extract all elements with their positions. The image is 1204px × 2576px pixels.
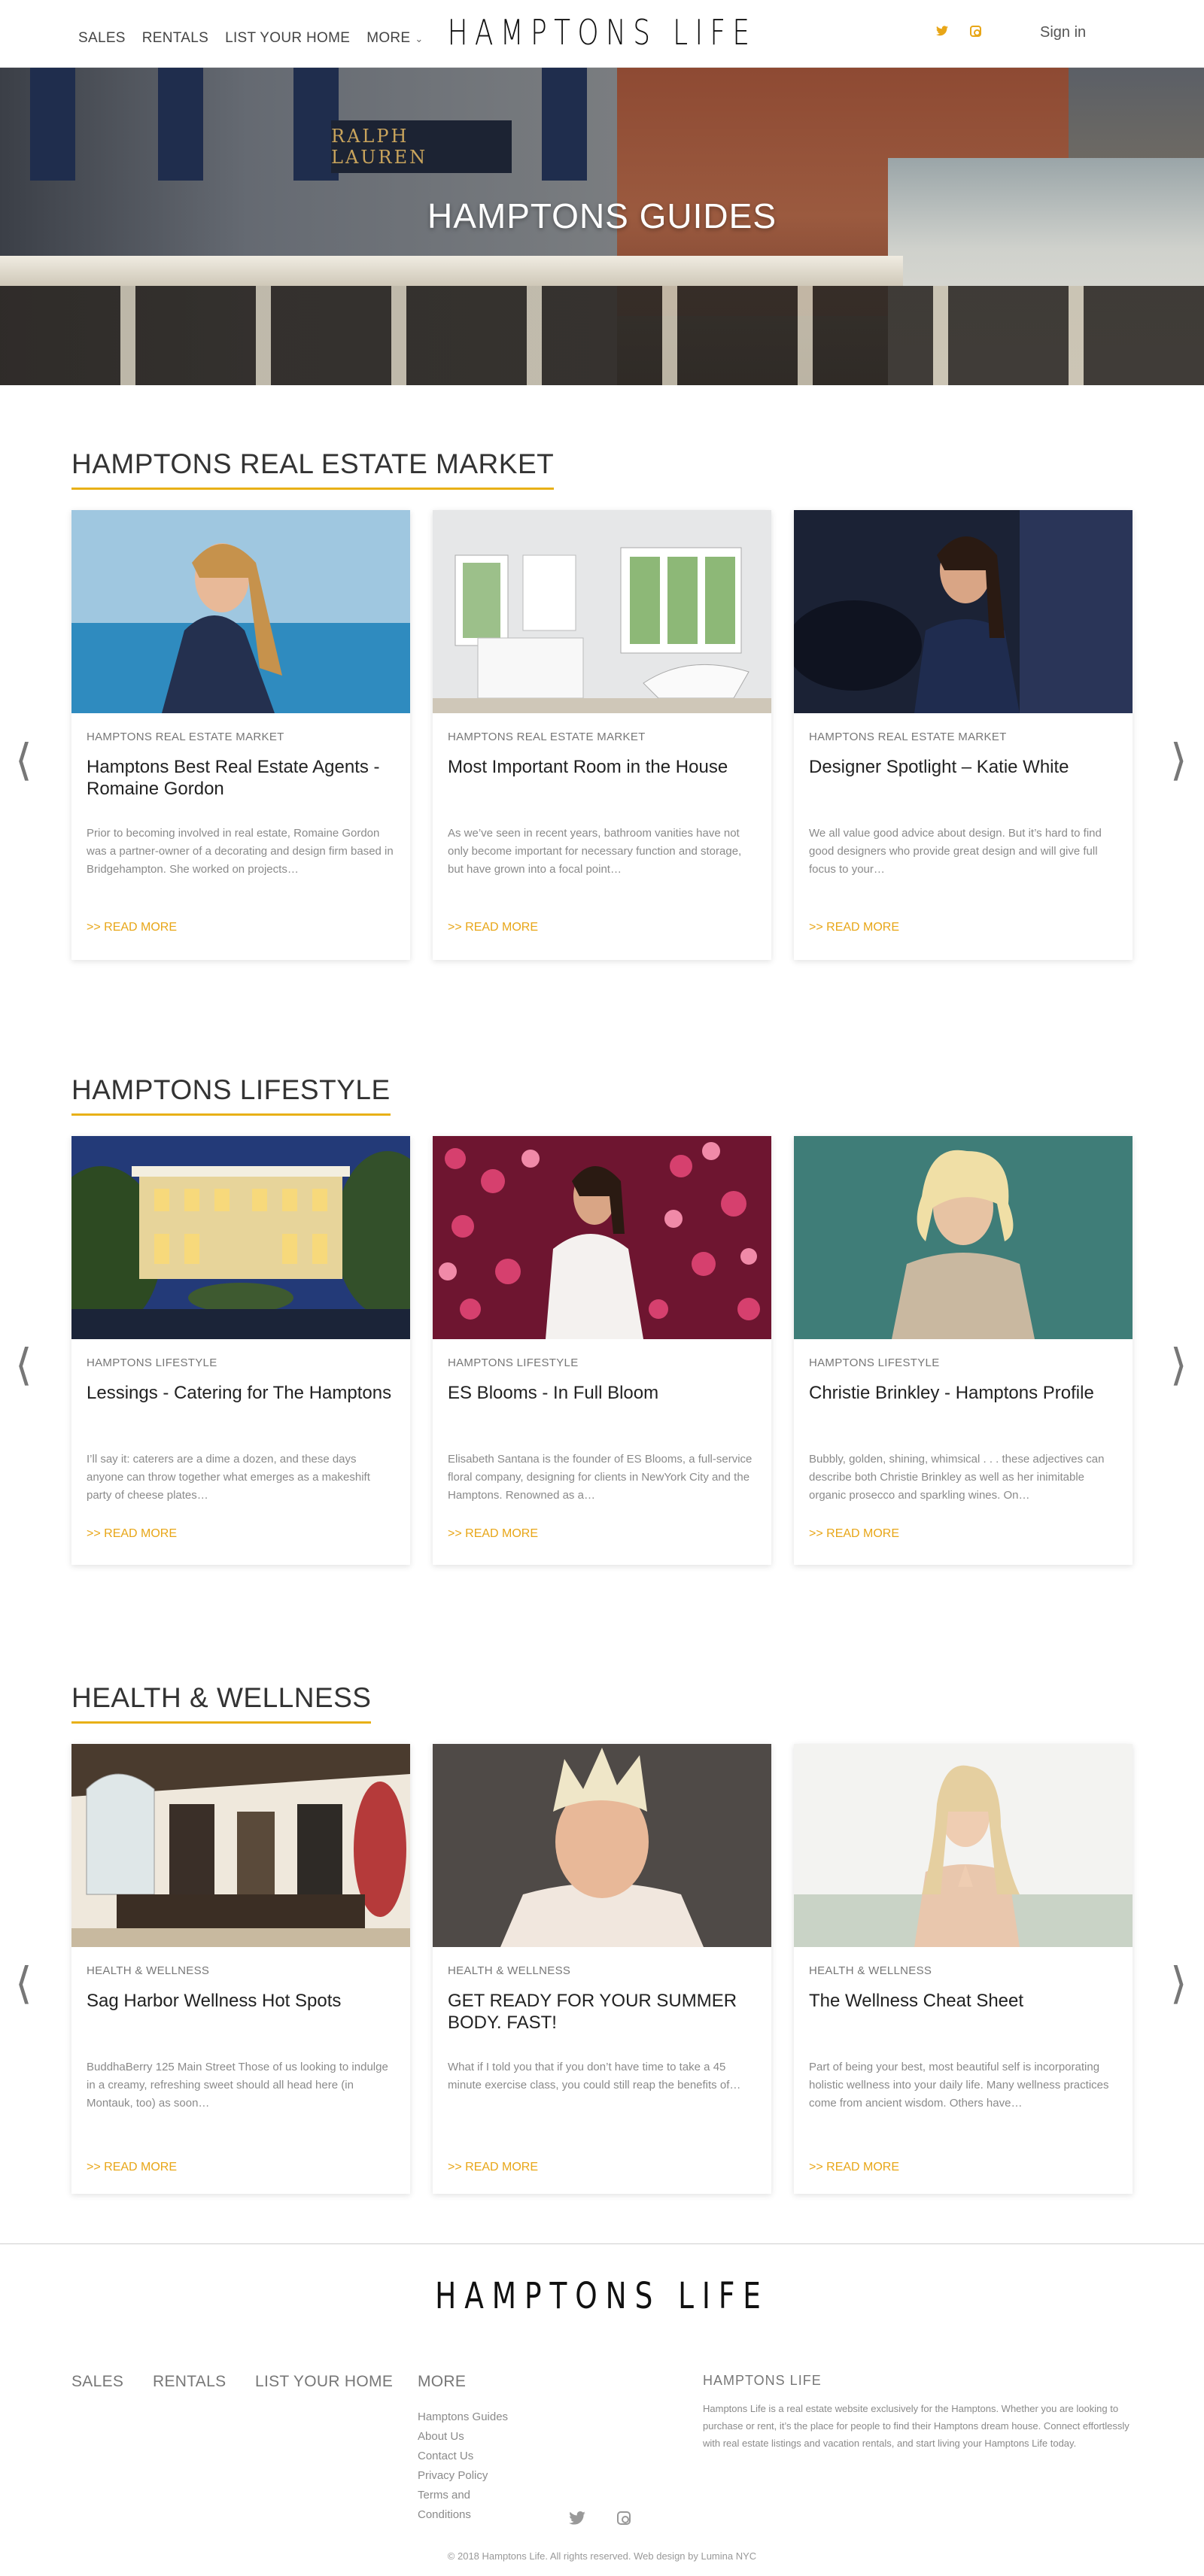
article-title[interactable]: GET READY FOR YOUR SUMMER BODY. FAST! xyxy=(448,1990,756,2034)
article-title[interactable]: Sag Harbor Wellness Hot Spots xyxy=(87,1990,395,2012)
section-lifestyle: HAMPTONS LIFESTYLE ⟨ ⟩ HAMPTONS LIFESTYL… xyxy=(0,1074,1204,1586)
read-more-link[interactable]: >> READ MORE xyxy=(809,1527,899,1541)
footer-divider xyxy=(0,2243,1204,2244)
footer-link-hamptons-guides[interactable]: Hamptons Guides xyxy=(418,2407,508,2427)
article-title[interactable]: Most Important Room in the House xyxy=(448,756,756,778)
article-excerpt: As we’ve seen in recent years, bathroom … xyxy=(448,827,742,876)
article-image[interactable] xyxy=(433,1136,771,1339)
article-card[interactable]: HAMPTONS LIFESTYLE Lessings - Catering f… xyxy=(71,1136,410,1565)
article-category: HAMPTONS LIFESTYLE xyxy=(87,1356,217,1369)
carousel-next-arrow[interactable]: ⟩ xyxy=(1170,1958,1187,2009)
article-category: HAMPTONS REAL ESTATE MARKET xyxy=(448,731,646,743)
card-carousel: HAMPTONS REAL ESTATE MARKET Hamptons Bes… xyxy=(71,510,1133,960)
site-header: SALES RENTALS LIST YOUR HOME MORE ⌄ HAMPT… xyxy=(0,0,1204,68)
read-more-link[interactable]: >> READ MORE xyxy=(87,1527,177,1541)
footer-nav-rentals[interactable]: RENTALS xyxy=(153,2373,226,2391)
nav-sales[interactable]: SALES xyxy=(78,30,126,47)
article-title[interactable]: ES Blooms - In Full Bloom xyxy=(448,1382,756,1404)
article-title[interactable]: Hamptons Best Real Estate Agents - Romai… xyxy=(87,756,395,800)
article-image[interactable] xyxy=(433,510,771,713)
sign-in-link[interactable]: Sign in xyxy=(1040,24,1086,41)
section-title: HEALTH & WELLNESS xyxy=(71,1682,372,1724)
read-more-link[interactable]: >> READ MORE xyxy=(809,2161,899,2174)
read-more-link[interactable]: >> READ MORE xyxy=(809,921,899,934)
footer-nav-sales[interactable]: SALES xyxy=(71,2373,123,2391)
instagram-icon[interactable] xyxy=(970,26,981,41)
article-excerpt: We all value good advice about design. B… xyxy=(809,827,1102,876)
footer-link-conditions[interactable]: Conditions xyxy=(418,2505,508,2525)
article-category: HEALTH & WELLNESS xyxy=(448,1964,571,1977)
twitter-icon[interactable] xyxy=(569,2511,585,2529)
footer-logo[interactable]: HAMPTONS LIFE xyxy=(132,2275,1072,2317)
article-card[interactable]: HEALTH & WELLNESS The Wellness Cheat She… xyxy=(794,1744,1133,2194)
article-image[interactable] xyxy=(71,1744,410,1947)
article-category: HAMPTONS REAL ESTATE MARKET xyxy=(809,731,1007,743)
article-excerpt: Prior to becoming involved in real estat… xyxy=(87,827,394,876)
article-card[interactable]: HEALTH & WELLNESS GET READY FOR YOUR SUM… xyxy=(433,1744,771,2194)
card-carousel: HAMPTONS LIFESTYLE Lessings - Catering f… xyxy=(71,1136,1133,1565)
read-more-link[interactable]: >> READ MORE xyxy=(448,1527,538,1541)
carousel-next-arrow[interactable]: ⟩ xyxy=(1170,1339,1187,1390)
copyright-text: © 2018 Hamptons Life. All rights reserve… xyxy=(447,2550,757,2562)
section-title: HAMPTONS LIFESTYLE xyxy=(71,1074,391,1116)
footer-link-privacy-policy[interactable]: Privacy Policy xyxy=(418,2466,508,2486)
article-category: HAMPTONS REAL ESTATE MARKET xyxy=(87,731,284,743)
footer-nav-more[interactable]: MORE xyxy=(418,2373,466,2391)
footer-about-title: HAMPTONS LIFE xyxy=(703,2373,822,2388)
article-title[interactable]: Lessings - Catering for The Hamptons xyxy=(87,1382,395,1404)
read-more-link[interactable]: >> READ MORE xyxy=(448,921,538,934)
hero-title: HAMPTONS GUIDES xyxy=(427,196,777,235)
article-excerpt: Part of being your best, most beautiful … xyxy=(809,2061,1109,2110)
article-title[interactable]: Christie Brinkley - Hamptons Profile xyxy=(809,1382,1117,1404)
instagram-icon[interactable] xyxy=(617,2511,631,2529)
article-card[interactable]: HAMPTONS REAL ESTATE MARKET Hamptons Bes… xyxy=(71,510,410,960)
article-category: HAMPTONS LIFESTYLE xyxy=(448,1356,579,1369)
section-real-estate: HAMPTONS REAL ESTATE MARKET ⟨ ⟩ HAMPTONS… xyxy=(0,448,1204,975)
article-title[interactable]: Designer Spotlight – Katie White xyxy=(809,756,1117,778)
article-image[interactable] xyxy=(71,1136,410,1339)
twitter-icon[interactable] xyxy=(936,26,948,40)
article-image[interactable] xyxy=(71,510,410,713)
footer-link-about-us[interactable]: About Us xyxy=(418,2427,508,2447)
section-health-wellness: HEALTH & WELLNESS ⟨ ⟩ HEALTH & WELLNESS … xyxy=(0,1682,1204,2209)
article-excerpt: Bubbly, golden, shining, whimsical . . .… xyxy=(809,1453,1105,1502)
article-card[interactable]: HAMPTONS LIFESTYLE Christie Brinkley - H… xyxy=(794,1136,1133,1565)
footer-about-text: Hamptons Life is a real estate website e… xyxy=(703,2403,1130,2449)
article-image[interactable] xyxy=(433,1744,771,1947)
article-excerpt: Elisabeth Santana is the founder of ES B… xyxy=(448,1453,752,1502)
article-excerpt: I’ll say it: caterers are a dime a dozen… xyxy=(87,1453,370,1502)
article-image[interactable] xyxy=(794,510,1133,713)
carousel-prev-arrow[interactable]: ⟨ xyxy=(15,1339,32,1390)
article-excerpt: BuddhaBerry 125 Main Street Those of us … xyxy=(87,2061,388,2110)
carousel-next-arrow[interactable]: ⟩ xyxy=(1170,734,1187,785)
hero-banner: RALPH LAUREN HAMPTONS GUIDES xyxy=(0,68,1204,385)
site-logo[interactable]: HAMPTONS LIFE xyxy=(132,12,1072,53)
article-image[interactable] xyxy=(794,1136,1133,1339)
store-sign: RALPH LAUREN xyxy=(331,120,512,173)
footer-link-contact-us[interactable]: Contact Us xyxy=(418,2447,508,2466)
section-title: HAMPTONS REAL ESTATE MARKET xyxy=(71,448,555,490)
article-category: HAMPTONS LIFESTYLE xyxy=(809,1356,940,1369)
read-more-link[interactable]: >> READ MORE xyxy=(87,921,177,934)
article-category: HEALTH & WELLNESS xyxy=(87,1964,210,1977)
carousel-prev-arrow[interactable]: ⟨ xyxy=(15,1958,32,2009)
carousel-prev-arrow[interactable]: ⟨ xyxy=(15,734,32,785)
footer-more-links: Hamptons Guides About Us Contact Us Priv… xyxy=(418,2407,508,2525)
card-carousel: HEALTH & WELLNESS Sag Harbor Wellness Ho… xyxy=(71,1744,1133,2194)
article-excerpt: What if I told you that if you don’t hav… xyxy=(448,2061,741,2091)
article-image[interactable] xyxy=(794,1744,1133,1947)
footer-nav-list-your-home[interactable]: LIST YOUR HOME xyxy=(255,2373,393,2391)
article-card[interactable]: HEALTH & WELLNESS Sag Harbor Wellness Ho… xyxy=(71,1744,410,2194)
article-title[interactable]: The Wellness Cheat Sheet xyxy=(809,1990,1117,2012)
read-more-link[interactable]: >> READ MORE xyxy=(87,2161,177,2174)
footer-link-terms[interactable]: Terms and xyxy=(418,2486,508,2505)
article-card[interactable]: HAMPTONS REAL ESTATE MARKET Most Importa… xyxy=(433,510,771,960)
article-card[interactable]: HAMPTONS REAL ESTATE MARKET Designer Spo… xyxy=(794,510,1133,960)
read-more-link[interactable]: >> READ MORE xyxy=(448,2161,538,2174)
article-card[interactable]: HAMPTONS LIFESTYLE ES Blooms - In Full B… xyxy=(433,1136,771,1565)
article-category: HEALTH & WELLNESS xyxy=(809,1964,932,1977)
